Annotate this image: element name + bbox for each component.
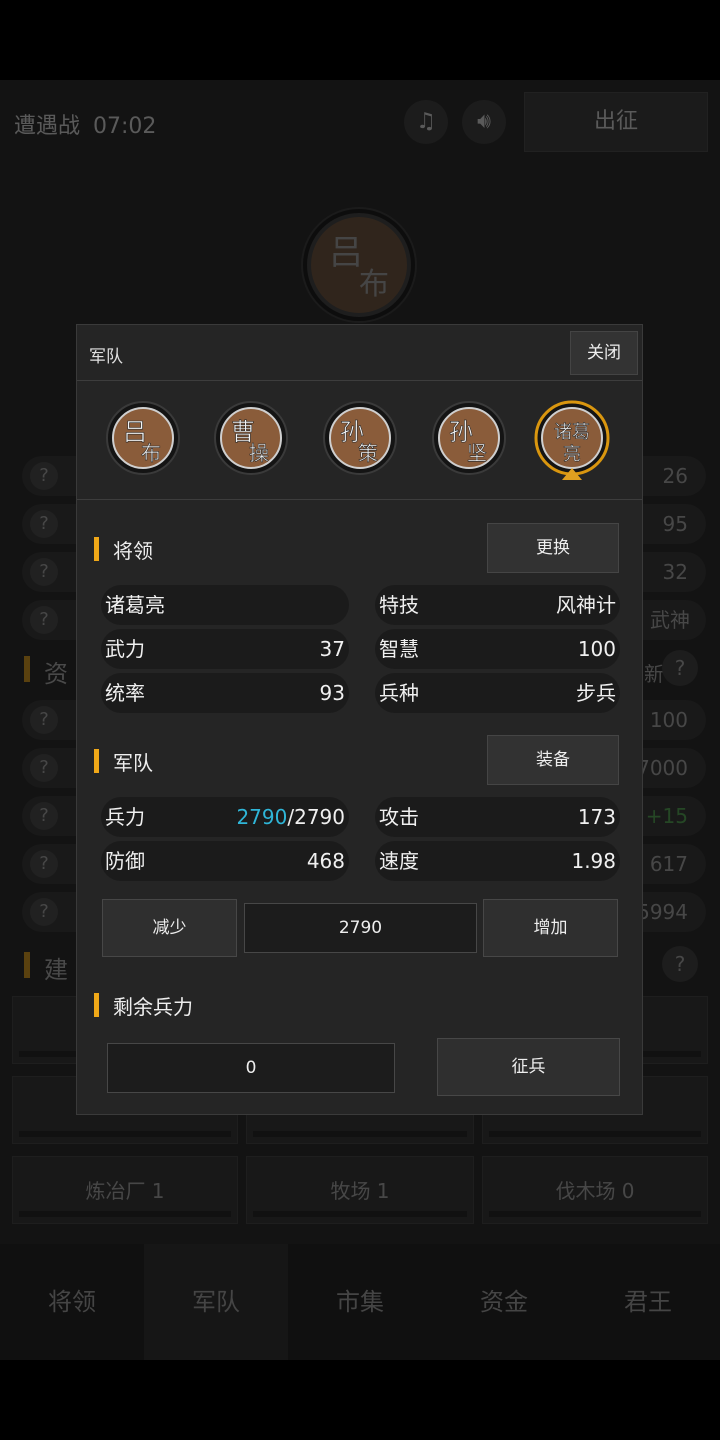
skill-field: 特技 风神计 [375,585,620,625]
general-name-field: 诸葛亮 [101,585,349,625]
selected-arrow-icon [562,468,582,480]
troops-value: 2790/2790 [236,797,345,837]
defense-value: 468 [306,849,345,873]
troops-label: 兵力 [105,805,145,829]
general-name-bottom: 策 [358,441,378,465]
wisdom-value: 100 [577,637,616,661]
section-marker [94,993,99,1017]
change-general-button[interactable]: 更换 [487,523,619,573]
general-name-top: 诸葛 [554,422,590,443]
general-name-bottom: 坚 [467,441,487,465]
recruit-button[interactable]: 征兵 [437,1038,620,1096]
troop-type-label: 兵种 [379,681,419,705]
troops-field: 兵力 2790/2790 [101,797,349,837]
general-name-bottom: 操 [249,441,269,465]
dialog-header: 军队 关闭 [77,325,642,381]
general-name-bottom: 亮 [563,444,581,465]
speed-value: 1.98 [571,849,616,873]
attack-label: 攻击 [379,805,419,829]
troops-current: 2790 [236,805,288,829]
general-avatar[interactable]: 孙策 [322,400,398,476]
command-field: 统率 93 [101,673,349,713]
army-section-title: 军队 [113,751,153,775]
attack-field: 攻击 173 [375,797,620,837]
dialog-title: 军队 [89,347,123,367]
skill-label: 特技 [379,593,419,617]
force-field: 武力 37 [101,629,349,669]
skill-value: 风神计 [556,593,616,617]
defense-field: 防御 468 [101,841,349,881]
defense-label: 防御 [105,849,145,873]
section-marker [94,749,99,773]
force-label: 武力 [105,637,145,661]
troops-max: /2790 [287,805,345,829]
general-avatar[interactable]: 吕布 [105,400,181,476]
command-value: 93 [319,681,345,705]
troop-amount-input[interactable]: 2790 [244,903,477,953]
troop-type-field: 兵种 步兵 [375,673,620,713]
general-avatar[interactable]: 孙坚 [431,400,507,476]
command-label: 统率 [105,681,145,705]
attack-value: 173 [577,805,616,829]
general-avatar[interactable]: 曹操 [213,400,289,476]
general-selector: 吕布曹操孙策孙坚诸葛亮 [77,382,642,500]
troop-type-value: 步兵 [576,681,616,705]
force-value: 37 [319,637,345,661]
general-section-title: 将领 [113,539,153,563]
wisdom-field: 智慧 100 [375,629,620,669]
remaining-section-title: 剩余兵力 [113,995,193,1019]
speed-label: 速度 [379,849,419,873]
wisdom-label: 智慧 [379,637,419,661]
general-avatar[interactable]: 诸葛亮 [534,400,610,476]
section-marker [94,537,99,561]
general-name: 诸葛亮 [105,593,165,617]
general-name-bottom: 布 [141,441,161,465]
equip-button[interactable]: 装备 [487,735,619,785]
remaining-troops-field: 0 [107,1043,395,1093]
army-dialog: 军队 关闭 吕布曹操孙策孙坚诸葛亮 将领 更换 诸葛亮 特技 风神计 武力 37… [76,324,643,1115]
close-button[interactable]: 关闭 [570,331,638,375]
increase-button[interactable]: 增加 [483,899,618,957]
decrease-button[interactable]: 减少 [102,899,237,957]
speed-field: 速度 1.98 [375,841,620,881]
